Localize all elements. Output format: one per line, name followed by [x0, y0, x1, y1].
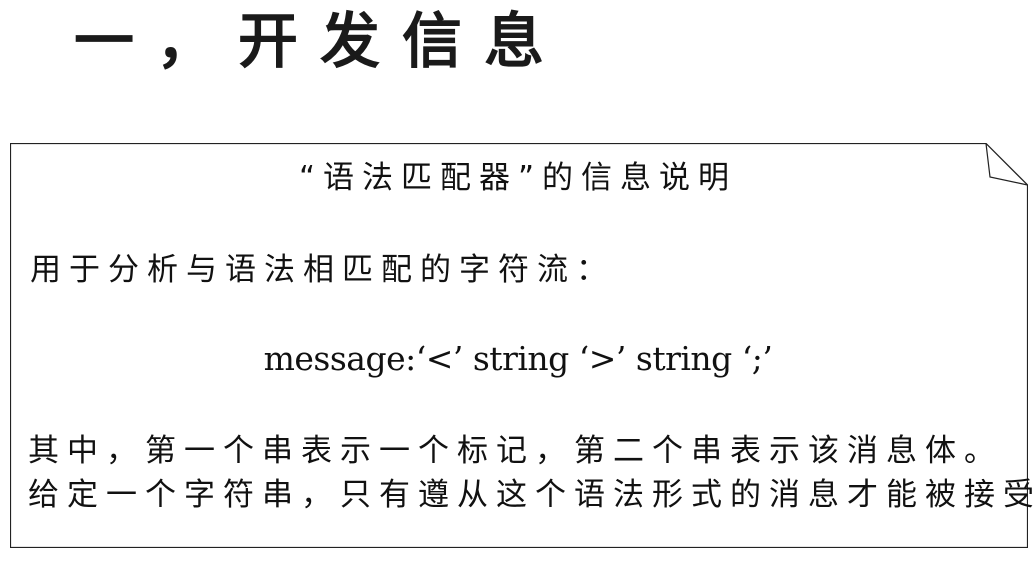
section-heading: 一，开发信息 [74, 7, 566, 77]
note-body-line: 其中，第一个串表示一个标记，第二个串表示该消息体。 [28, 433, 1003, 469]
grammar-rule: message:‘<’ string ‘>’ string ‘;’ [263, 339, 773, 378]
note-body-line: 给定一个字符串，只有遵从这个语法形式的消息才能被接受。 [28, 477, 1036, 513]
note-title: “语法匹配器”的信息说明 [298, 160, 738, 196]
note-intro-text: 用于分析与语法相匹配的字符流： [30, 252, 615, 288]
